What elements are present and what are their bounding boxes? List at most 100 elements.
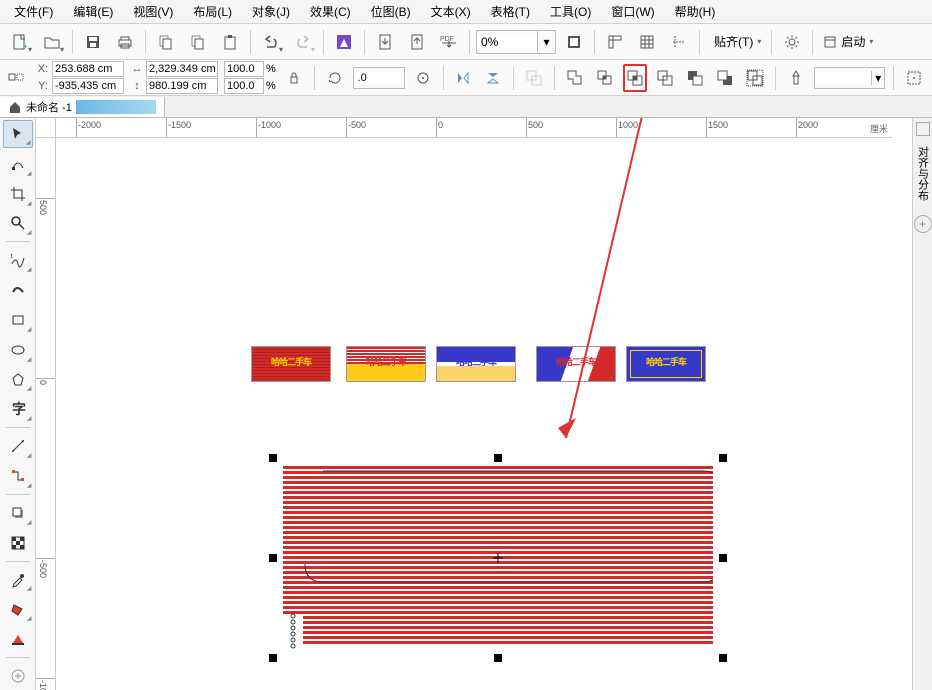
horizontal-ruler[interactable]: 厘米 -2000-1500-1000-5000500100015002000 <box>56 118 892 138</box>
width-input[interactable] <box>146 61 218 77</box>
object-position-icon[interactable] <box>6 64 30 92</box>
parallel-dimension-tool[interactable]: ◢ <box>3 432 33 460</box>
polygon-tool[interactable]: ◢ <box>3 366 33 394</box>
outline-width-input[interactable] <box>815 72 871 84</box>
menu-edit[interactable]: 编辑(E) <box>63 1 123 22</box>
zoom-input[interactable] <box>477 35 537 49</box>
scale-x-input[interactable] <box>224 61 264 77</box>
transparency-tool[interactable] <box>3 529 33 557</box>
open-button[interactable]: ▾ <box>38 28 66 56</box>
print-button[interactable] <box>111 28 139 56</box>
save-button[interactable] <box>79 28 107 56</box>
copy-button[interactable] <box>184 28 212 56</box>
weld-button[interactable] <box>563 64 587 92</box>
design-thumbnail[interactable]: 哈哈二手车 <box>436 346 516 382</box>
search-content-button[interactable] <box>330 28 358 56</box>
menu-file[interactable]: 文件(F) <box>4 1 63 22</box>
artistic-media-tool[interactable] <box>3 276 33 304</box>
lock-ratio-button[interactable] <box>282 64 306 92</box>
overflow-button[interactable] <box>902 64 926 92</box>
smart-fill-tool[interactable] <box>3 625 33 653</box>
crop-tool[interactable]: ◢ <box>3 180 33 208</box>
combine-button[interactable] <box>522 64 546 92</box>
y-label: Y: <box>36 80 50 92</box>
size-fields: ↔ ↕ <box>130 61 218 94</box>
ellipse-tool[interactable]: ◢ <box>3 336 33 364</box>
menu-help[interactable]: 帮助(H) <box>665 1 726 22</box>
outline-pen-button[interactable] <box>784 64 808 92</box>
menu-layout[interactable]: 布局(L) <box>183 1 242 22</box>
separator <box>72 30 73 54</box>
x-input[interactable] <box>52 61 124 77</box>
canvas[interactable]: 哈哈二手车哈哈二手车哈哈二手车哈哈二手车哈哈二手车 <box>56 138 892 690</box>
boundary-button[interactable] <box>743 64 767 92</box>
cut-button[interactable] <box>152 28 180 56</box>
outline-width-combo[interactable]: ▾ <box>814 67 885 89</box>
options-button[interactable] <box>778 28 806 56</box>
new-button[interactable]: +▾ <box>6 28 34 56</box>
separator <box>6 427 30 428</box>
add-docker-button[interactable]: + <box>914 215 932 233</box>
rulers-button[interactable] <box>601 28 629 56</box>
mirror-v-button[interactable] <box>481 64 505 92</box>
zoom-combo[interactable]: ▾ <box>476 30 556 54</box>
shape-tool[interactable]: ◢ <box>3 150 33 178</box>
redo-button[interactable]: ▾ <box>289 28 317 56</box>
mirror-h-button[interactable] <box>451 64 475 92</box>
simplify-button[interactable] <box>653 64 677 92</box>
snap-button[interactable]: 贴齐(T)▾ <box>706 28 765 56</box>
vertical-ruler[interactable]: 5000-500-1000 <box>36 138 56 690</box>
menu-view[interactable]: 视图(V) <box>123 1 183 22</box>
paste-button[interactable] <box>216 28 244 56</box>
import-button[interactable] <box>371 28 399 56</box>
pick-tool[interactable]: ◢ <box>3 120 33 148</box>
separator <box>775 66 776 90</box>
menu-table[interactable]: 表格(T) <box>481 1 540 22</box>
position-fields: X: Y: <box>36 61 124 94</box>
ruler-corner[interactable] <box>36 118 56 138</box>
fullscreen-button[interactable] <box>560 28 588 56</box>
undo-button[interactable]: ▾ <box>257 28 285 56</box>
app-launcher-button[interactable]: 启动▾ <box>819 28 877 56</box>
drop-shadow-tool[interactable]: ◢ <box>3 499 33 527</box>
quick-customize-button[interactable] <box>3 662 33 690</box>
rotate-input[interactable] <box>354 72 404 84</box>
intersect-button[interactable] <box>623 64 648 92</box>
rotate-center-button[interactable] <box>411 64 435 92</box>
selected-object[interactable] <box>273 458 723 658</box>
design-thumbnail[interactable]: 哈哈二手车 <box>626 346 706 382</box>
align-distribute-tab[interactable]: 对齐与分布 <box>913 140 932 207</box>
menu-effect[interactable]: 效果(C) <box>300 1 361 22</box>
menu-bitmap[interactable]: 位图(B) <box>361 1 421 22</box>
zoom-tool[interactable]: ◢ <box>3 210 33 238</box>
design-thumbnail[interactable]: 哈哈二手车 <box>536 346 616 382</box>
text-tool[interactable]: 字◢ <box>3 395 33 423</box>
grid-button[interactable] <box>633 28 661 56</box>
scale-y-input[interactable] <box>224 78 264 94</box>
rotate-icon <box>323 64 347 92</box>
docker-toggle-icon[interactable] <box>916 122 930 136</box>
separator <box>771 30 772 54</box>
y-input[interactable] <box>52 78 124 94</box>
zoom-dropdown-arrow[interactable]: ▾ <box>537 31 555 53</box>
document-tab[interactable]: 未命名 -1 <box>0 97 165 117</box>
design-thumbnail[interactable]: 哈哈二手车 <box>346 346 426 382</box>
freehand-tool[interactable]: t◢ <box>3 246 33 274</box>
pdf-button[interactable]: PDF <box>435 28 463 56</box>
export-button[interactable] <box>403 28 431 56</box>
back-minus-front-button[interactable] <box>713 64 737 92</box>
height-input[interactable] <box>146 78 218 94</box>
eyedropper-tool[interactable]: ◢ <box>3 566 33 594</box>
interactive-fill-tool[interactable]: ◢ <box>3 595 33 623</box>
menu-tools[interactable]: 工具(O) <box>540 1 601 22</box>
rectangle-tool[interactable]: ◢ <box>3 306 33 334</box>
design-thumbnail[interactable]: 哈哈二手车 <box>251 346 331 382</box>
menu-window[interactable]: 窗口(W) <box>601 1 664 22</box>
menu-object[interactable]: 对象(J) <box>242 1 300 22</box>
menu-text[interactable]: 文本(X) <box>421 1 481 22</box>
connector-tool[interactable]: ◢ <box>3 462 33 490</box>
guidelines-button[interactable] <box>665 28 693 56</box>
rotate-field[interactable] <box>353 67 405 89</box>
front-minus-back-button[interactable] <box>683 64 707 92</box>
trim-button[interactable] <box>593 64 617 92</box>
